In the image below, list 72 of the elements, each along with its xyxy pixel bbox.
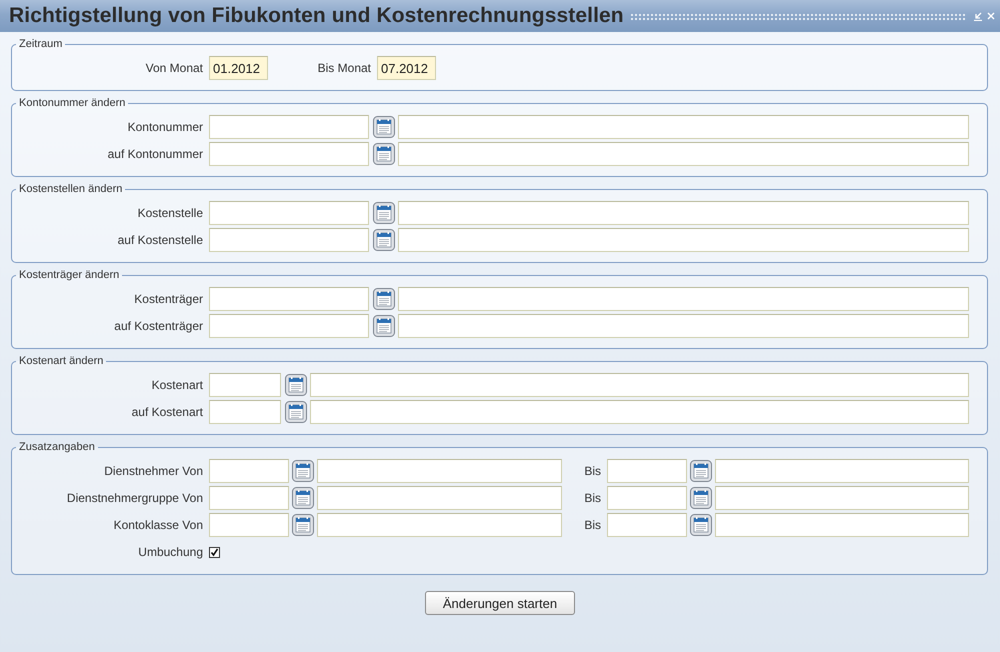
field-label: Kostenart [150, 378, 203, 392]
field-label: auf Kontonummer [106, 147, 203, 161]
description-field[interactable] [398, 287, 969, 311]
description-field[interactable] [317, 486, 562, 510]
notepad-icon[interactable] [292, 487, 314, 509]
field-label: Kostenträger [133, 292, 203, 306]
notepad-icon[interactable] [373, 288, 395, 310]
code-field[interactable] [607, 513, 687, 537]
notepad-icon[interactable] [285, 374, 307, 396]
notepad-icon[interactable] [292, 514, 314, 536]
notepad-icon[interactable] [373, 143, 395, 165]
field-label: auf Kostenstelle [116, 233, 203, 247]
code-field[interactable] [209, 513, 289, 537]
field-label: Von Monat [144, 61, 203, 75]
notepad-icon[interactable] [690, 514, 712, 536]
notepad-icon[interactable] [690, 460, 712, 482]
description-field[interactable] [398, 142, 969, 166]
description-field[interactable] [310, 400, 969, 424]
window-title: Richtigstellung von Fibukonten und Kostenrechnungsstellen [9, 4, 624, 28]
start-button[interactable]: Änderungen starten [425, 591, 575, 615]
section-legend: Zusatzangaben [16, 441, 98, 453]
notepad-icon[interactable] [292, 460, 314, 482]
checkbox[interactable] [209, 546, 220, 558]
section-legend: Kostenträger ändern [16, 269, 122, 281]
field-label: auf Kostenart [130, 405, 203, 419]
code-field[interactable] [209, 201, 369, 225]
description-field[interactable] [398, 314, 969, 338]
field-label: Kontoklasse Von [112, 518, 203, 532]
description-field[interactable] [317, 513, 562, 537]
description-field[interactable] [398, 115, 969, 139]
description-field[interactable] [715, 486, 969, 510]
field-label: Bis [583, 464, 601, 478]
notepad-icon[interactable] [285, 401, 307, 423]
description-field[interactable] [398, 201, 969, 225]
description-field[interactable] [715, 513, 969, 537]
notepad-icon[interactable] [373, 116, 395, 138]
code-field[interactable] [209, 373, 281, 397]
code-field[interactable] [209, 115, 369, 139]
description-field[interactable] [715, 459, 969, 483]
collapse-icon[interactable] [973, 11, 983, 21]
code-field[interactable] [607, 486, 687, 510]
code-field[interactable] [209, 486, 289, 510]
code-field[interactable] [209, 228, 369, 252]
field-label: auf Kostenträger [113, 319, 203, 333]
notepad-icon[interactable] [690, 487, 712, 509]
section-legend: Kostenstellen ändern [16, 183, 126, 195]
field-label: Bis [583, 491, 601, 505]
code-field[interactable] [209, 314, 369, 338]
field-label: Kontonummer [126, 120, 203, 134]
month-field[interactable]: 01.2012 [209, 56, 268, 80]
field-label: Bis [583, 518, 601, 532]
code-field[interactable] [607, 459, 687, 483]
notepad-icon[interactable] [373, 202, 395, 224]
code-field[interactable] [209, 400, 281, 424]
field-label: Bis Monat [317, 61, 371, 75]
code-field[interactable] [209, 459, 289, 483]
checkbox-label: Umbuchung [137, 545, 203, 559]
notepad-icon[interactable] [373, 315, 395, 337]
code-field[interactable] [209, 287, 369, 311]
section-legend: Kostenart ändern [16, 355, 106, 367]
month-field[interactable]: 07.2012 [377, 56, 436, 80]
field-label: Dienstnehmergruppe Von [66, 491, 203, 505]
field-label: Kostenstelle [136, 206, 203, 220]
description-field[interactable] [317, 459, 562, 483]
description-field[interactable] [310, 373, 969, 397]
description-field[interactable] [398, 228, 969, 252]
section-legend: Kontonummer ändern [16, 97, 128, 109]
field-label: Dienstnehmer Von [103, 464, 203, 478]
close-icon[interactable] [986, 11, 996, 21]
code-field[interactable] [209, 142, 369, 166]
section-legend: Zeitraum [16, 38, 66, 50]
notepad-icon[interactable] [373, 229, 395, 251]
